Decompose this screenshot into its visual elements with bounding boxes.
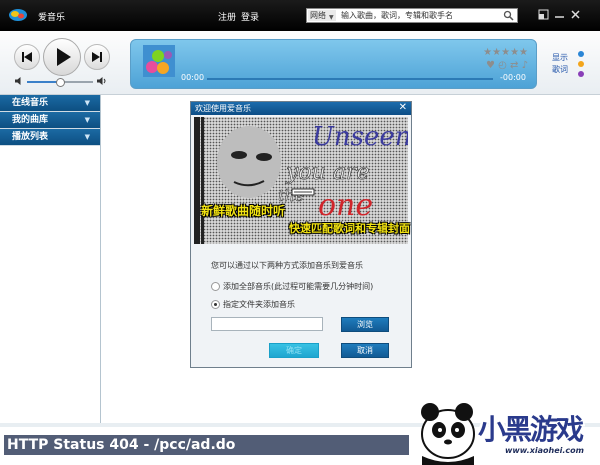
search-icon[interactable] [503, 10, 514, 21]
play-button[interactable] [43, 38, 81, 76]
svg-text:one: one [318, 188, 373, 223]
rating-stars[interactable]: ★★★★★ [483, 47, 528, 58]
watermark-url: www.xiaohei.com [505, 446, 584, 455]
error-message: HTTP Status 404 - /pcc/ad.do [4, 435, 409, 455]
cancel-button[interactable]: 取消 [341, 343, 389, 358]
now-playing-display: 00:00 -00:00 ★★★★★ ♥ ◴ ⇄ ♪ [130, 39, 537, 89]
search-box: 网络 ▼ 输入歌曲，歌词，专辑和歌手名 [306, 8, 518, 23]
player-panel: 00:00 -00:00 ★★★★★ ♥ ◴ ⇄ ♪ 显示 歌词 [0, 31, 600, 95]
radio-add-all[interactable] [211, 282, 220, 291]
folder-path-field[interactable] [211, 317, 323, 331]
skin-dot-orange[interactable] [578, 61, 584, 67]
app-name: 爱音乐 [38, 13, 66, 23]
register-link[interactable]: 注册 [218, 10, 236, 23]
minimize-icon[interactable] [553, 8, 566, 21]
app-logo-icon [9, 9, 27, 21]
next-icon [92, 52, 102, 62]
volume-max-icon[interactable] [96, 76, 108, 86]
search-input[interactable]: 输入歌曲，歌词，专辑和歌手名 [341, 10, 453, 21]
elapsed-time: 00:00 [181, 73, 205, 82]
banner-subline: 快速匹配歌词和专辑封面 [289, 222, 410, 235]
search-category-label: 网络 [310, 11, 326, 20]
sidebar-item-label: 在线音乐 [12, 98, 49, 108]
svg-text:Unseen: Unseen [312, 122, 408, 152]
chevron-down-icon: ▼ [84, 116, 90, 124]
seek-bar[interactable] [207, 78, 493, 80]
svg-text:you are: you are [285, 160, 370, 185]
mute-icon[interactable] [14, 76, 24, 86]
search-category-select[interactable]: 网络 ▼ [308, 10, 336, 21]
sidebar-item-label: 播放列表 [12, 132, 49, 142]
dialog-intro: 您可以通过以下两种方式添加音乐到爱音乐 [211, 261, 363, 270]
previous-icon [22, 52, 32, 62]
sidebar-item-playlist[interactable]: 播放列表 ▼ [0, 129, 100, 146]
previous-button[interactable] [14, 44, 40, 70]
play-mode-icons[interactable]: ♥ ◴ ⇄ ♪ [486, 60, 528, 71]
radio-add-folder-label[interactable]: 指定文件夹添加音乐 [223, 299, 295, 310]
next-button[interactable] [84, 44, 110, 70]
lyrics-link[interactable]: 歌词 [552, 64, 568, 75]
welcome-dialog: 欢迎使用爱音乐 ✕ Unseen you are the one 新鲜歌曲随时听… [190, 101, 412, 368]
sidebar-item-label: 我的曲库 [12, 115, 49, 125]
sidebar: 在线音乐 ▼ 我的曲库 ▼ 播放列表 ▼ [0, 95, 101, 423]
play-icon [57, 48, 71, 66]
radio-add-all-label[interactable]: 添加全部音乐(此过程可能需要几分钟时间) [223, 281, 373, 292]
sidebar-item-my-library[interactable]: 我的曲库 ▼ [0, 112, 100, 129]
close-icon[interactable] [569, 8, 582, 21]
dialog-title: 欢迎使用爱音乐 [195, 104, 251, 113]
mini-mode-icon[interactable] [537, 8, 550, 21]
login-link[interactable]: 登录 [241, 10, 259, 23]
sidebar-item-online-music[interactable]: 在线音乐 ▼ [0, 95, 100, 112]
volume-knob[interactable] [56, 78, 65, 87]
banner-headline: 新鲜歌曲随时听 [201, 204, 286, 218]
radio-add-folder[interactable] [211, 300, 220, 309]
skin-dot-purple[interactable] [578, 71, 584, 77]
remaining-time: -00:00 [500, 73, 526, 82]
confirm-button[interactable]: 确定 [269, 343, 319, 358]
chevron-down-icon: ▼ [329, 14, 334, 21]
watermark-title: 小黑游戏 [478, 413, 584, 446]
skin-dot-blue[interactable] [578, 51, 584, 57]
browse-button[interactable]: 浏览 [341, 317, 389, 332]
chevron-down-icon: ▼ [84, 99, 90, 107]
volume-slider[interactable] [27, 78, 93, 87]
album-art [143, 45, 175, 77]
title-bar: 爱音乐 注册 登录 网络 ▼ 输入歌曲，歌词，专辑和歌手名 [0, 0, 600, 31]
dialog-close-icon[interactable]: ✕ [399, 102, 407, 113]
show-link[interactable]: 显示 [552, 52, 568, 63]
chevron-down-icon: ▼ [84, 133, 90, 141]
dialog-title-bar: 欢迎使用爱音乐 ✕ [191, 102, 411, 115]
